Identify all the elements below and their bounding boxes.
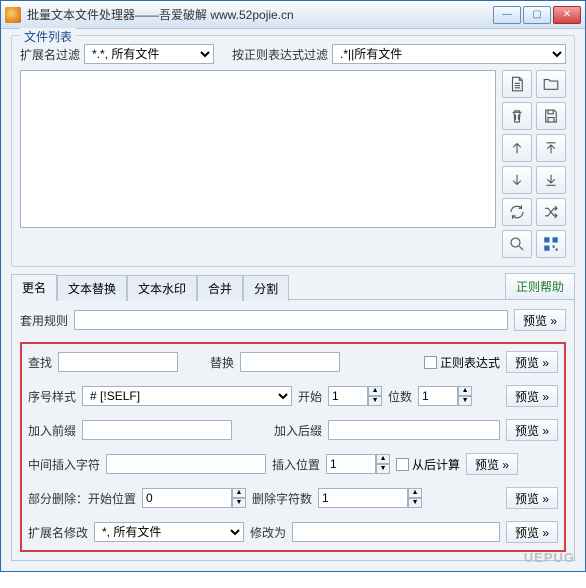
rename-panel: 套用规则 预览 » 查找 替换 正则表达式 预览 » 序号样式 # [! (11, 300, 575, 561)
preview-button-6[interactable]: 预览 » (506, 487, 558, 509)
suffix-label: 加入后缀 (274, 422, 322, 439)
seq-style-label: 序号样式 (28, 388, 76, 405)
highlight-section: 查找 替换 正则表达式 预览 » 序号样式 # [!SELF] 开始 ▲▼ 位数… (20, 342, 566, 552)
app-icon (5, 7, 21, 23)
start-spinner[interactable]: ▲▼ (328, 386, 382, 406)
insert-char-label: 中间插入字符 (28, 456, 100, 473)
preview-button-2[interactable]: 预览 » (506, 351, 558, 373)
replace-label: 替换 (210, 354, 234, 371)
mod-to-input[interactable] (292, 522, 500, 542)
mod-to-label: 修改为 (250, 524, 286, 541)
seq-style-select[interactable]: # [!SELF] (82, 386, 292, 406)
digits-spinner[interactable]: ▲▼ (418, 386, 472, 406)
save-icon[interactable] (536, 102, 566, 130)
tab-merge[interactable]: 合并 (197, 275, 243, 301)
toolbar-icons (502, 70, 566, 258)
tab-split[interactable]: 分割 (243, 275, 289, 301)
tab-replace[interactable]: 文本替换 (57, 275, 127, 301)
qr-icon[interactable] (536, 230, 566, 258)
prefix-label: 加入前缀 (28, 422, 76, 439)
del-count-label: 删除字符数 (252, 490, 312, 507)
folder-icon[interactable] (536, 70, 566, 98)
maximize-button[interactable]: ▢ (523, 6, 551, 24)
ext-mod-select[interactable]: *, 所有文件 (94, 522, 244, 542)
file-list-box[interactable] (20, 70, 496, 228)
titlebar: 批量文本文件处理器——吾爱破解 www.52pojie.cn — ▢ ✕ (1, 1, 585, 29)
trash-icon[interactable] (502, 102, 532, 130)
search-icon[interactable] (502, 230, 532, 258)
minimize-button[interactable]: — (493, 6, 521, 24)
shuffle-icon[interactable] (536, 198, 566, 226)
start-label: 开始 (298, 388, 322, 405)
ext-filter-select[interactable]: *.*, 所有文件 (84, 44, 214, 64)
del-start-spinner[interactable]: ▲▼ (142, 488, 246, 508)
regex-filter-label: 按正则表达式过滤 (232, 46, 328, 63)
tab-watermark[interactable]: 文本水印 (127, 275, 197, 301)
preview-button-4[interactable]: 预览 » (506, 419, 558, 441)
close-button[interactable]: ✕ (553, 6, 581, 24)
ruleset-label: 套用规则 (20, 312, 68, 329)
ext-mod-label: 扩展名修改 (28, 524, 88, 541)
find-label: 查找 (28, 354, 52, 371)
partial-del-label: 部分删除：开始位置 (28, 490, 136, 507)
regex-checkbox[interactable]: 正则表达式 (424, 354, 500, 371)
arrow-top-icon[interactable] (536, 134, 566, 162)
ext-filter-label: 扩展名过滤 (20, 46, 80, 63)
preview-button-3[interactable]: 预览 » (506, 385, 558, 407)
from-end-checkbox[interactable]: 从后计算 (396, 456, 460, 473)
regex-filter-select[interactable]: .*||所有文件 (332, 44, 566, 64)
preview-button-1[interactable]: 预览 » (514, 309, 566, 331)
window-title: 批量文本文件处理器——吾爱破解 www.52pojie.cn (27, 6, 493, 23)
preview-button-5[interactable]: 预览 » (466, 453, 518, 475)
insert-pos-spinner[interactable]: ▲▼ (326, 454, 390, 474)
file-list-group: 文件列表 扩展名过滤 *.*, 所有文件 按正则表达式过滤 .*||所有文件 (11, 35, 575, 267)
document-icon[interactable] (502, 70, 532, 98)
preview-button-7[interactable]: 预览 » (506, 521, 558, 543)
file-list-title: 文件列表 (20, 28, 76, 45)
arrow-down-icon[interactable] (502, 166, 532, 194)
refresh-icon[interactable] (502, 198, 532, 226)
ruleset-input[interactable] (74, 310, 508, 330)
tabs: 更名 文本替换 文本水印 合并 分割 正则帮助 (11, 273, 575, 300)
arrow-up-icon[interactable] (502, 134, 532, 162)
arrow-bottom-icon[interactable] (536, 166, 566, 194)
suffix-input[interactable] (328, 420, 500, 440)
insert-char-input[interactable] (106, 454, 266, 474)
find-input[interactable] (58, 352, 178, 372)
digits-label: 位数 (388, 388, 412, 405)
prefix-input[interactable] (82, 420, 232, 440)
tab-rename[interactable]: 更名 (11, 274, 57, 301)
insert-pos-label: 插入位置 (272, 456, 320, 473)
replace-input[interactable] (240, 352, 340, 372)
regex-help-button[interactable]: 正则帮助 (505, 273, 575, 300)
del-count-spinner[interactable]: ▲▼ (318, 488, 422, 508)
